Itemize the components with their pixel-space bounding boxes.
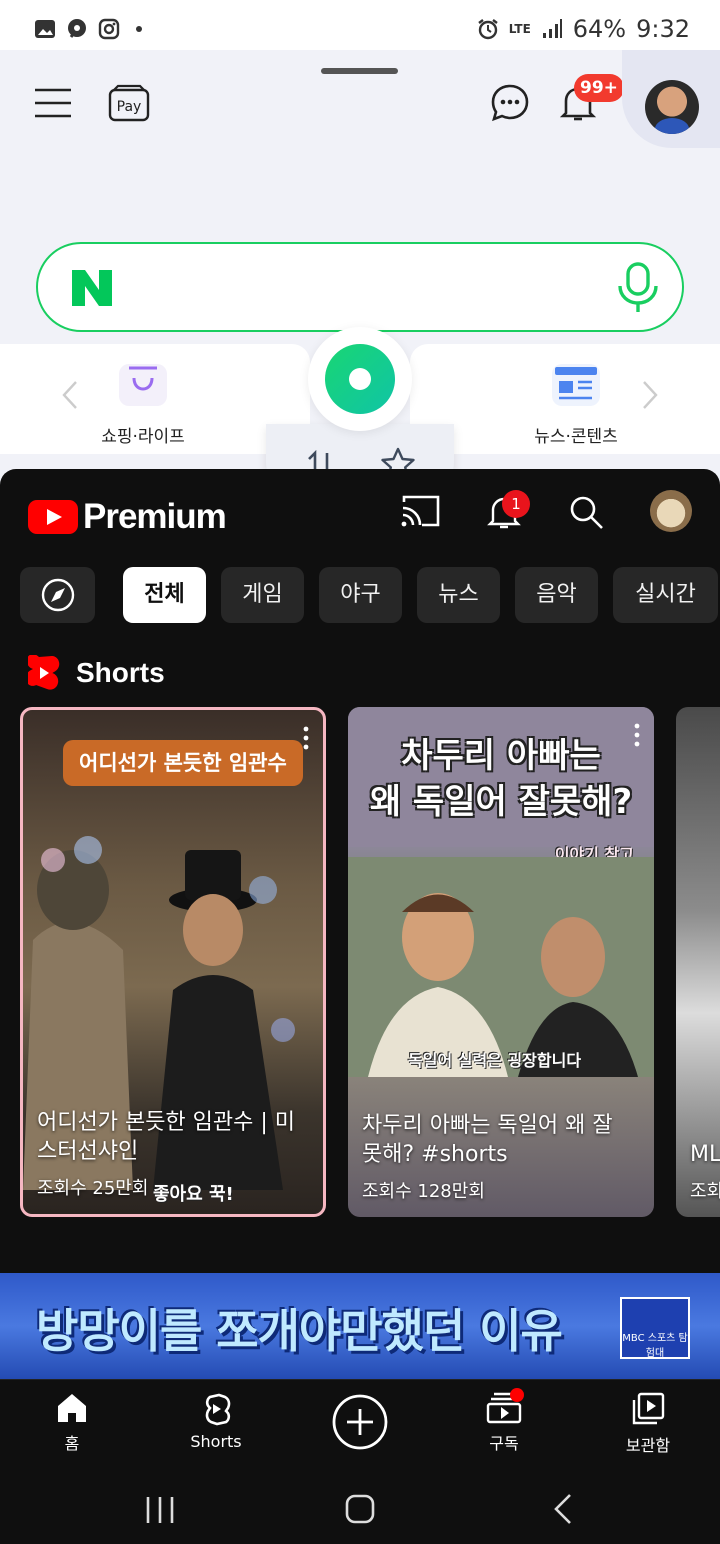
naver-logo-icon	[72, 270, 112, 306]
news-content-label: 뉴스·콘텐츠	[534, 427, 618, 447]
shopping-life-card[interactable]: 쇼핑·라이프	[0, 344, 310, 454]
more-notifications-icon	[136, 26, 142, 32]
search-input[interactable]	[36, 242, 684, 332]
chip-news[interactable]: 뉴스	[417, 567, 500, 623]
nav-shorts[interactable]: Shorts	[166, 1392, 266, 1451]
short-title: 어디선가 본듯한 임관수 | 미스터선샤인	[37, 1110, 296, 1164]
category-chips: 전체 게임 야구 뉴스 음악 실시간	[20, 567, 720, 623]
youtube-logo-icon	[28, 500, 78, 534]
naver-header: Pay 99+ 쇼핑·라이프 뉴스·콘텐츠	[0, 50, 720, 500]
green-dot-icon	[325, 344, 395, 414]
nav-shorts-label: Shorts	[190, 1432, 242, 1451]
overlay-line-2: 왜 독일어 잘못해?	[369, 782, 633, 822]
news-content-card[interactable]: 뉴스·콘텐츠	[410, 344, 720, 454]
overlay-line-1: 차두리 아빠는	[401, 736, 601, 776]
short-card[interactable]: ML 조회	[676, 707, 720, 1217]
nav-home[interactable]: 홈	[22, 1392, 122, 1454]
battery-level: 64%	[572, 15, 627, 43]
shorts-section-header: Shorts	[28, 655, 165, 691]
more-options-icon[interactable]	[303, 726, 309, 750]
new-content-dot	[510, 1388, 524, 1402]
nav-subscriptions-label: 구독	[489, 1434, 519, 1453]
short-card[interactable]: 차두리 아빠는 왜 독일어 잘못해? 이야기 참고 독일어 실력은 굉장합니다 …	[348, 707, 654, 1217]
video-thumbnail-banner[interactable]: 방망이를 쪼개야만했던 이유 MBC 스포츠 탐험대	[0, 1273, 720, 1379]
chat-icon[interactable]	[490, 83, 530, 123]
banner-title: 방망이를 쪼개야만했던 이유	[36, 1304, 563, 1358]
profile-avatar[interactable]	[645, 80, 699, 134]
yt-profile-avatar[interactable]	[650, 490, 692, 532]
gallery-icon	[35, 20, 55, 38]
compass-icon	[41, 578, 74, 612]
pay-icon[interactable]: Pay	[108, 84, 150, 122]
instagram-icon	[98, 18, 120, 40]
chip-baseball[interactable]: 야구	[319, 567, 402, 623]
yt-notification-badge: 1	[502, 490, 530, 518]
shorts-title: Shorts	[76, 657, 165, 688]
explore-button[interactable]	[20, 567, 95, 623]
home-icon	[58, 1394, 86, 1422]
shorts-nav-icon	[205, 1393, 231, 1426]
short-overlay-headline: 차두리 아빠는 왜 독일어 잘못해?	[348, 733, 654, 825]
subtitle-caption: 독일어 실력은 굉장합니다	[408, 1051, 582, 1070]
library-icon	[632, 1392, 665, 1425]
menu-icon[interactable]	[34, 88, 72, 118]
channel-logo: MBC 스포츠 탐험대	[620, 1297, 690, 1359]
nav-library-label: 보관함	[625, 1436, 671, 1455]
short-card[interactable]: 어디선가 본듯한 임관수 어디선가 본듯한 임관수 | 미스터선샤인 조회수 2…	[20, 707, 326, 1217]
youtube-app: Premium 1 전체 게임 야구 뉴스 음악 실시간 Shorts 어디선가…	[0, 469, 720, 1544]
chevron-right-icon[interactable]	[640, 380, 660, 410]
short-title: ML	[690, 1142, 720, 1167]
talk-icon	[68, 19, 86, 38]
nav-subscriptions[interactable]: 구독	[454, 1392, 554, 1454]
cast-icon[interactable]	[400, 494, 440, 528]
like-sticker-text: 좋아요 꾹!	[153, 1184, 234, 1205]
search-icon[interactable]	[568, 494, 604, 530]
clock: 9:32	[636, 15, 690, 43]
youtube-premium-logo[interactable]: Premium	[28, 497, 227, 537]
recent-apps-icon[interactable]	[144, 1495, 176, 1525]
green-dot-button[interactable]	[308, 327, 412, 431]
back-icon[interactable]	[552, 1493, 574, 1525]
brand-label: Premium	[83, 497, 227, 536]
nav-home-label: 홈	[64, 1434, 80, 1453]
nav-library[interactable]: 보관함	[598, 1392, 698, 1456]
shorts-logo-icon	[28, 655, 60, 690]
short-views: 조회수 25만회	[37, 1178, 149, 1199]
chip-all[interactable]: 전체	[123, 567, 206, 623]
short-overlay-text: 어디선가 본듯한 임관수	[63, 740, 303, 786]
shopping-life-label: 쇼핑·라이프	[101, 427, 185, 447]
video-thumbnail-people	[348, 857, 654, 1077]
network-type: LTE	[508, 22, 531, 36]
drag-handle[interactable]	[321, 68, 398, 74]
short-views: 조회수 128만회	[362, 1181, 485, 1202]
system-navigation-bar	[0, 1475, 720, 1544]
short-views: 조회	[690, 1181, 720, 1202]
more-options-icon[interactable]	[634, 723, 640, 747]
chip-game[interactable]: 게임	[221, 567, 304, 623]
create-button[interactable]	[331, 1393, 389, 1451]
microphone-icon[interactable]	[616, 262, 660, 314]
home-system-icon[interactable]	[344, 1493, 376, 1525]
signal-icon	[542, 19, 562, 38]
status-bar: LTE 64% 9:32	[0, 0, 720, 50]
bottom-navigation: 홈 Shorts 구독 보관함	[0, 1379, 720, 1475]
shopping-bag-icon	[119, 364, 167, 406]
news-icon	[552, 364, 600, 406]
chip-music[interactable]: 음악	[515, 567, 598, 623]
alarm-icon	[478, 19, 498, 40]
chevron-left-icon[interactable]	[60, 380, 80, 410]
notification-badge: 99+	[574, 74, 624, 102]
chip-live[interactable]: 실시간	[613, 567, 718, 623]
short-title: 차두리 아빠는 독일어 왜 잘못해? #shorts	[362, 1113, 613, 1167]
svg-text:Pay: Pay	[117, 99, 142, 115]
